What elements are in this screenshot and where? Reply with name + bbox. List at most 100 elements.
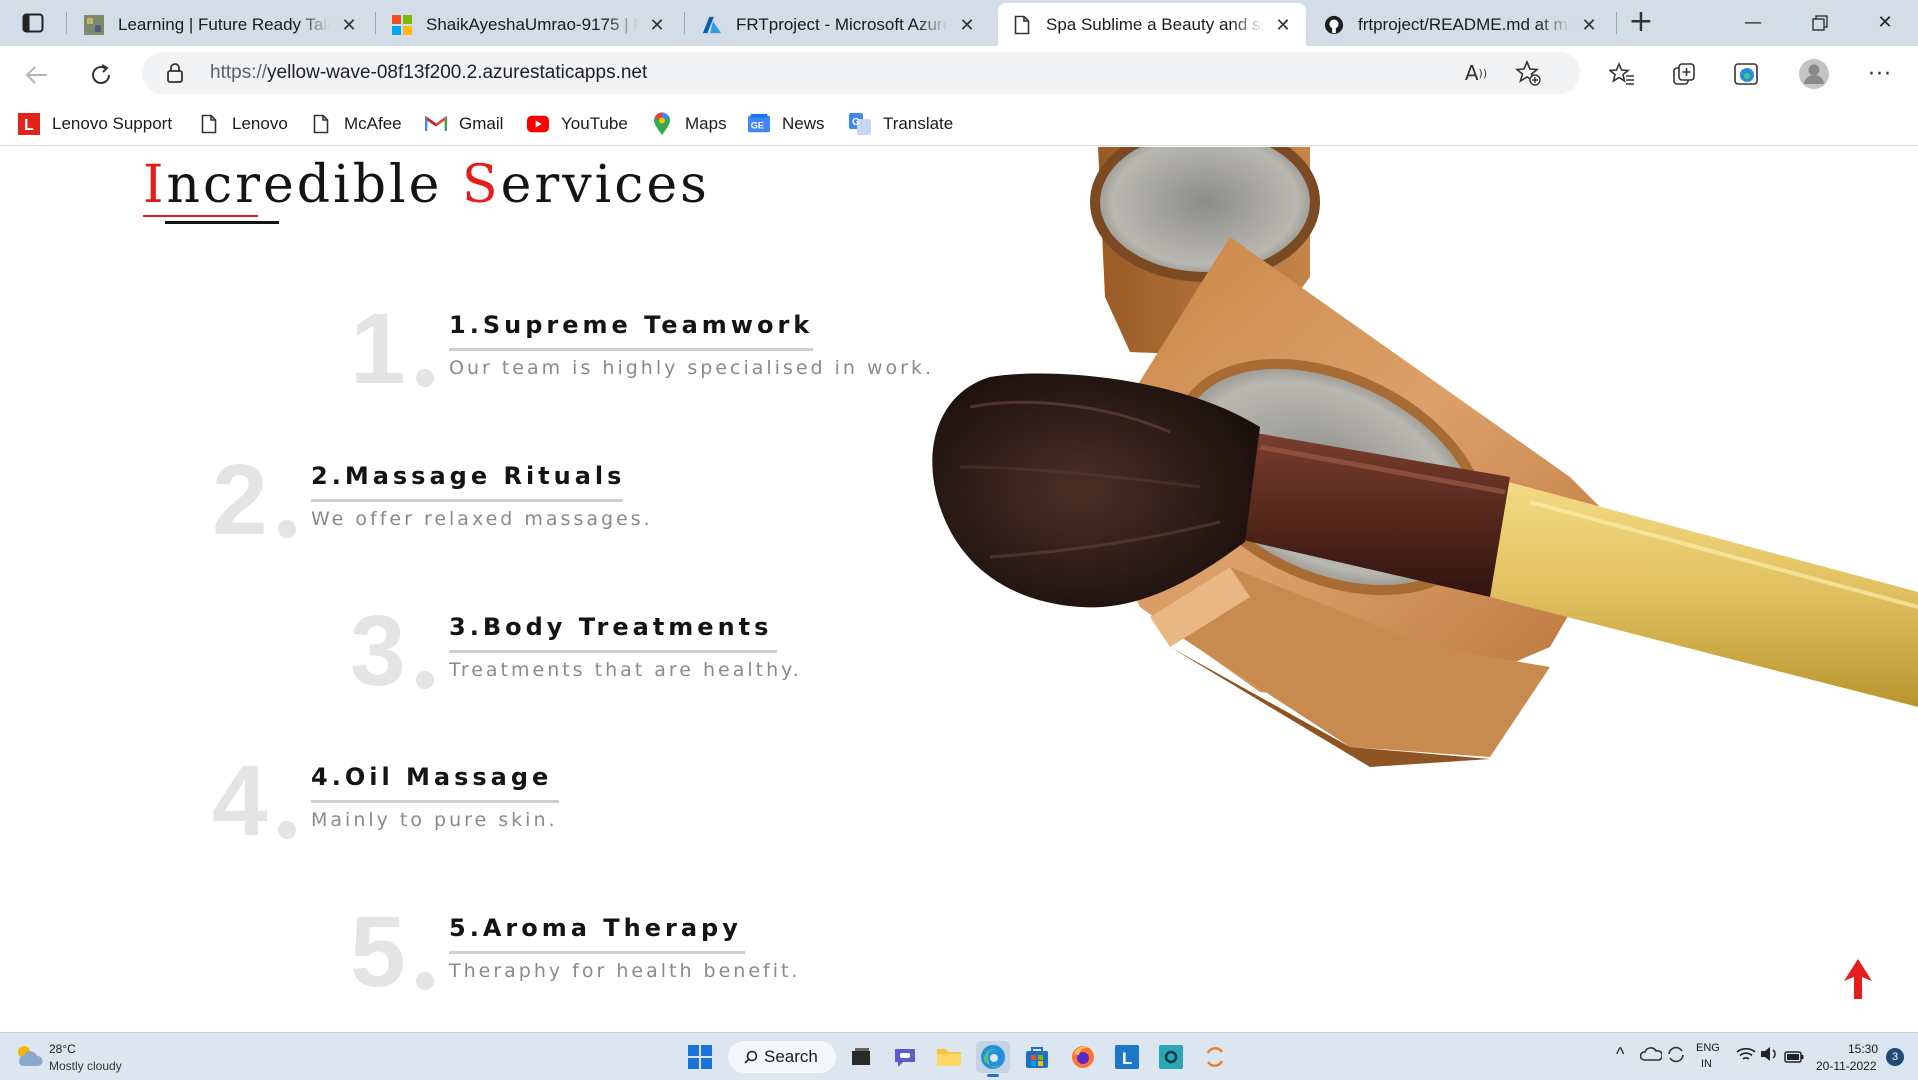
- service-number-dot: [416, 671, 434, 689]
- tab-microsoft-learn[interactable]: ShaikAyeshaUmrao-9175 | Microsoft ✕: [378, 3, 680, 46]
- bookmark-news[interactable]: GE News: [748, 102, 825, 146]
- service-number-dot: [278, 520, 296, 538]
- page-icon: [198, 113, 220, 135]
- more-menu-icon[interactable]: ···: [1862, 56, 1898, 92]
- service-number: 3: [350, 595, 406, 707]
- bookmark-lenovo[interactable]: Lenovo: [198, 102, 288, 146]
- taskbar-search[interactable]: Search: [728, 1041, 836, 1073]
- profile-button[interactable]: [1796, 56, 1832, 92]
- refresh-button[interactable]: [84, 58, 118, 92]
- orange-app-button[interactable]: [1198, 1041, 1232, 1073]
- close-tab-icon[interactable]: ✕: [338, 14, 360, 36]
- bookmark-lenovo-support[interactable]: L Lenovo Support: [18, 102, 172, 146]
- file-explorer-button[interactable]: [932, 1041, 966, 1073]
- service-number-dot: [278, 821, 296, 839]
- tab-github[interactable]: frtproject/README.md at main ✕: [1310, 3, 1612, 46]
- minimize-button[interactable]: —: [1730, 8, 1776, 38]
- notification-badge[interactable]: 3: [1886, 1048, 1904, 1066]
- service-title: 3.Body Treatments: [449, 613, 773, 641]
- cyan-app-button[interactable]: [1154, 1041, 1188, 1073]
- favorites-icon: [1609, 62, 1634, 85]
- tab-title: Learning | Future Ready Talent: [118, 14, 330, 34]
- bookmark-maps[interactable]: Maps: [651, 102, 727, 146]
- back-button[interactable]: [20, 58, 54, 92]
- tab-separator: [66, 12, 67, 34]
- service-description: Treatments that are healthy.: [449, 659, 802, 681]
- tab-learning[interactable]: Learning | Future Ready Talent ✕: [70, 3, 372, 46]
- read-aloud-icon[interactable]: A)): [1458, 55, 1494, 91]
- lock-icon[interactable]: [166, 63, 184, 87]
- lenovo-app-button[interactable]: L: [1110, 1041, 1144, 1073]
- weather-description: Mostly cloudy: [49, 1059, 122, 1073]
- tab-title: frtproject/README.md at main: [1358, 14, 1570, 34]
- windows-taskbar: 28°C Mostly cloudy Search L ^ ENG IN 15:…: [0, 1032, 1918, 1080]
- tab-separator: [1616, 12, 1617, 34]
- close-tab-icon[interactable]: ✕: [1272, 14, 1294, 36]
- title-word-1: ncredible: [166, 155, 462, 215]
- bookmark-label: Lenovo: [232, 114, 288, 133]
- service-title: 1.Supreme Teamwork: [449, 311, 814, 339]
- app-icon: [1159, 1045, 1183, 1069]
- chat-icon: [895, 1049, 915, 1067]
- close-tab-icon[interactable]: ✕: [646, 14, 668, 36]
- close-tab-icon[interactable]: ✕: [956, 14, 978, 36]
- back-arrow-icon: [25, 66, 47, 84]
- teams-chat-button[interactable]: [888, 1041, 922, 1073]
- title-word-2: ervices: [500, 155, 710, 215]
- svg-text:L: L: [24, 117, 34, 134]
- svg-text:GE: GE: [751, 121, 764, 131]
- start-button[interactable]: [683, 1041, 717, 1073]
- page-icon: [310, 113, 332, 135]
- weather-widget[interactable]: [14, 1043, 44, 1073]
- service-title-underline: [449, 650, 777, 653]
- tab-separator: [375, 12, 376, 34]
- clock-time[interactable]: 15:30: [1848, 1042, 1878, 1056]
- tab-actions-button[interactable]: [14, 10, 52, 36]
- favorites-button[interactable]: [1604, 56, 1640, 92]
- tab-azure[interactable]: FRTproject - Microsoft Azure ✕: [688, 3, 990, 46]
- battery-icon[interactable]: [1784, 1048, 1804, 1067]
- sync-icon[interactable]: [1666, 1045, 1686, 1067]
- url-text: https://yellow-wave-08f13f200.2.azuresta…: [210, 52, 647, 94]
- bookmarks-bar: L Lenovo Support Lenovo McAfee Gmail You…: [0, 102, 1918, 146]
- bookmark-gmail[interactable]: Gmail: [425, 102, 503, 146]
- onedrive-icon[interactable]: [1639, 1046, 1663, 1066]
- bookmark-translate[interactable]: G Translate: [849, 102, 953, 146]
- youtube-icon: [527, 113, 549, 135]
- wifi-icon[interactable]: [1736, 1046, 1756, 1066]
- clock-date[interactable]: 20-11-2022: [1816, 1059, 1877, 1073]
- service-number: 5: [350, 896, 406, 1008]
- restore-button[interactable]: [1797, 8, 1843, 38]
- language-indicator[interactable]: ENG: [1696, 1042, 1720, 1054]
- bookmark-youtube[interactable]: YouTube: [527, 102, 628, 146]
- page-icon: [1012, 15, 1032, 35]
- firefox-button[interactable]: [1066, 1041, 1100, 1073]
- store-button[interactable]: [1020, 1041, 1054, 1073]
- tab-spa-sublime[interactable]: Spa Sublime a Beauty and spa ✕: [998, 3, 1306, 46]
- bookmark-label: Translate: [883, 114, 954, 133]
- task-view-button[interactable]: [844, 1041, 878, 1073]
- edge-sidebar-button[interactable]: [1728, 56, 1764, 92]
- add-favorite-icon[interactable]: [1510, 55, 1546, 91]
- edge-taskbar-button[interactable]: [976, 1041, 1010, 1077]
- address-bar[interactable]: https://yellow-wave-08f13f200.2.azuresta…: [142, 52, 1580, 94]
- news-icon: GE: [748, 113, 770, 135]
- collections-button[interactable]: [1666, 56, 1702, 92]
- close-tab-icon[interactable]: ✕: [1578, 14, 1600, 36]
- frt-icon: [84, 14, 104, 35]
- sync-app-icon: [1206, 1047, 1224, 1067]
- scroll-to-top-button[interactable]: [1843, 959, 1873, 999]
- new-tab-button[interactable]: +: [1626, 7, 1656, 38]
- volume-icon[interactable]: [1760, 1046, 1778, 1066]
- bookmark-mcafee[interactable]: McAfee: [310, 102, 402, 146]
- lenovo-icon: L: [18, 113, 40, 135]
- show-hidden-icons-chevron-icon[interactable]: ^: [1616, 1044, 1624, 1065]
- tab-strip: Learning | Future Ready Talent ✕ ShaikAy…: [0, 0, 1918, 46]
- service-title: 5.Aroma Therapy: [449, 914, 742, 942]
- title-initial-i: I: [143, 155, 167, 215]
- refresh-icon: [92, 64, 110, 84]
- close-window-button[interactable]: ✕: [1862, 8, 1908, 38]
- tab-title: Spa Sublime a Beauty and spa: [1046, 14, 1264, 34]
- cloudy-weather-icon: [18, 1046, 43, 1066]
- bookmark-label: McAfee: [344, 114, 402, 133]
